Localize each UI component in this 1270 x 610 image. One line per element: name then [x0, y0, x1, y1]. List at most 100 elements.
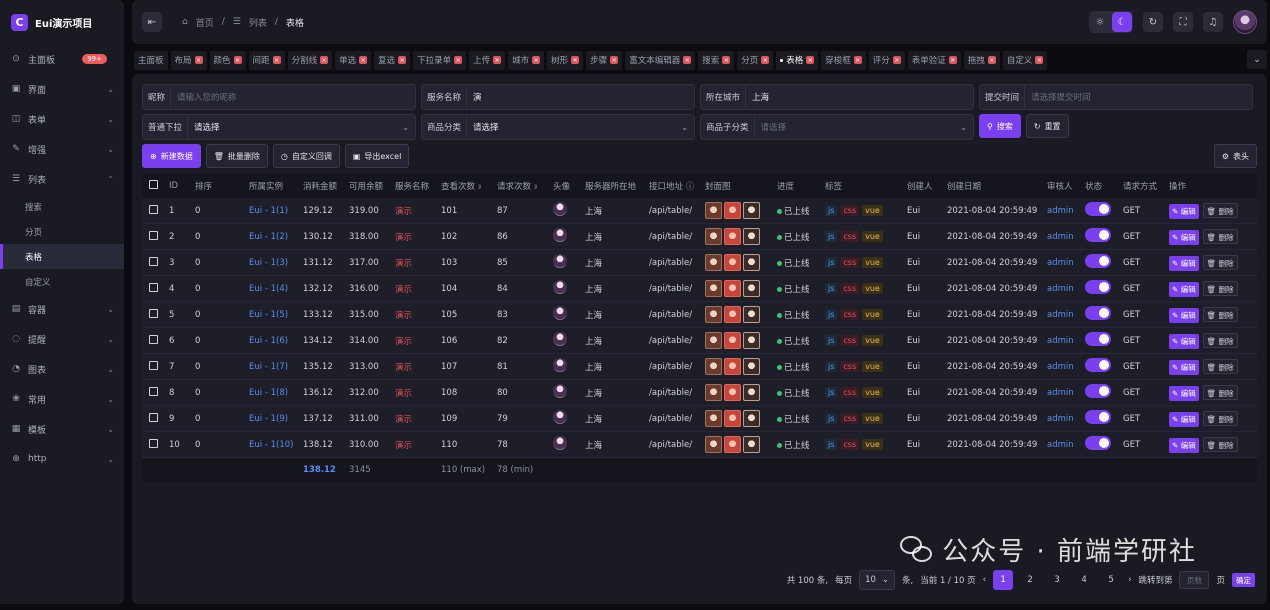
table-row[interactable]: 5 0 Eui - 1(5) 133.12 315.00 演示 105 83 上海/api/ta…	[142, 302, 1257, 328]
cell-instance-link[interactable]: Eui - 1(4)	[249, 284, 288, 294]
tab-7[interactable]: 下拉录单 ✕	[413, 50, 467, 70]
sidebar-item-9[interactable]: ▦ 模板 ⌄	[0, 414, 124, 444]
delete-button[interactable]: 🗑 删除	[1202, 358, 1238, 374]
cell-auditor[interactable]: admin	[1047, 206, 1074, 216]
columns-button[interactable]: ⚙ 表头	[1213, 144, 1257, 168]
cover-image[interactable]	[743, 202, 760, 219]
tab-15[interactable]: 表格 ✕	[776, 50, 819, 70]
tab-18[interactable]: 表单验证 ✕	[907, 50, 961, 70]
close-icon[interactable]: ✕	[359, 56, 368, 64]
reset-button[interactable]: ↻ 重置	[1025, 114, 1069, 138]
cover-image[interactable]	[705, 384, 722, 401]
delete-button[interactable]: 🗑 删除	[1202, 410, 1238, 426]
sidebar-item-6[interactable]: ◌ 提醒 ⌄	[0, 324, 124, 354]
jump-confirm-button[interactable]: 确定	[1232, 573, 1255, 587]
cover-image[interactable]	[705, 358, 722, 375]
delete-button[interactable]: 🗑 删除	[1202, 254, 1238, 270]
cell-instance-link[interactable]: Eui - 1(9)	[249, 414, 288, 424]
cover-image[interactable]	[743, 436, 760, 453]
close-icon[interactable]: ✕	[272, 56, 281, 64]
table-row[interactable]: 9 0 Eui - 1(9) 137.12 311.00 演示 109 79 上海/api/ta…	[142, 406, 1257, 432]
cover-image[interactable]	[724, 228, 741, 245]
refresh-icon[interactable]: ↻	[1143, 12, 1163, 32]
page-3[interactable]: 3	[1047, 570, 1067, 590]
cell-auditor[interactable]: admin	[1047, 336, 1074, 346]
cell-instance-link[interactable]: Eui - 1(10)	[249, 440, 293, 450]
cover-image[interactable]	[724, 410, 741, 427]
category-dropdown[interactable]: 商品分类 请选择 ⌄	[421, 114, 695, 140]
sidebar-item-7[interactable]: ◔ 图表 ⌄	[0, 354, 124, 384]
delete-button[interactable]: 🗑 删除	[1202, 306, 1238, 322]
cell-auditor[interactable]: admin	[1047, 414, 1074, 424]
category-value[interactable]: 请选择	[467, 121, 681, 133]
tab-17[interactable]: 评分 ✕	[868, 50, 905, 70]
tab-20[interactable]: 自定义 ✕	[1002, 50, 1048, 70]
sidebar-item-3[interactable]: ✎ 增强 ⌄	[0, 134, 124, 164]
row-checkbox[interactable]	[149, 230, 158, 240]
sub-category-value[interactable]: 请选择	[755, 121, 961, 133]
tab-9[interactable]: 城市 ✕	[508, 50, 545, 70]
status-toggle[interactable]	[1085, 436, 1111, 450]
sidebar-item-8[interactable]: ❀ 常用 ⌄	[0, 384, 124, 414]
close-icon[interactable]: ✕	[853, 56, 862, 64]
user-avatar[interactable]	[1233, 10, 1257, 34]
sidebar-subitem-0[interactable]: 搜索	[0, 194, 124, 219]
sidebar-subitem-1[interactable]: 分页	[0, 219, 124, 244]
page-5[interactable]: 5	[1101, 570, 1121, 590]
service-name-field[interactable]: 服务名称 演	[421, 84, 695, 110]
close-icon[interactable]: ✕	[948, 56, 957, 64]
edit-button[interactable]: ✎ 编辑	[1169, 411, 1199, 427]
cover-image[interactable]	[705, 410, 722, 427]
cell-instance-link[interactable]: Eui - 1(5)	[249, 310, 288, 320]
edit-button[interactable]: ✎ 编辑	[1169, 203, 1199, 219]
edit-button[interactable]: ✎ 编辑	[1169, 333, 1199, 349]
cell-instance-link[interactable]: Eui - 1(6)	[249, 336, 288, 346]
table-row[interactable]: 2 0 Eui - 1(2) 130.12 318.00 演示 102 86 上海/api/ta…	[142, 224, 1257, 250]
edit-button[interactable]: ✎ 编辑	[1169, 229, 1199, 245]
edit-button[interactable]: ✎ 编辑	[1169, 359, 1199, 375]
cell-instance-link[interactable]: Eui - 1(1)	[249, 206, 288, 216]
nickname-input[interactable]: 请输入您的昵称	[171, 91, 415, 103]
tab-0[interactable]: 主面板	[134, 50, 168, 70]
cover-image[interactable]	[743, 332, 760, 349]
cover-image[interactable]	[724, 280, 741, 297]
bell-icon[interactable]: ♫	[1203, 12, 1223, 32]
status-toggle[interactable]	[1085, 358, 1111, 372]
breadcrumb-list[interactable]: 列表	[249, 16, 267, 29]
table-row[interactable]: 1 0 Eui - 1(1) 129.12 319.00 演示 101 87 上海/api/ta…	[142, 198, 1257, 224]
tab-1[interactable]: 布局 ✕	[170, 50, 207, 70]
cover-image[interactable]	[743, 254, 760, 271]
table-row[interactable]: 3 0 Eui - 1(3) 131.12 317.00 演示 103 85 上海/api/ta…	[142, 250, 1257, 276]
status-toggle[interactable]	[1085, 202, 1111, 216]
tab-19[interactable]: 拖拽 ✕	[963, 50, 1000, 70]
edit-button[interactable]: ✎ 编辑	[1169, 255, 1199, 271]
status-toggle[interactable]	[1085, 410, 1111, 424]
prev-page-icon[interactable]: ‹	[983, 575, 986, 585]
sidebar-item-0[interactable]: ⊙ 主面板 99+	[0, 44, 124, 74]
city-field[interactable]: 所在城市 上海	[700, 84, 974, 110]
status-toggle[interactable]	[1085, 384, 1111, 398]
cover-image[interactable]	[705, 280, 722, 297]
cell-instance-link[interactable]: Eui - 1(8)	[249, 388, 288, 398]
add-data-button[interactable]: ⊕ 新建数据	[142, 144, 201, 168]
search-button[interactable]: ⚲ 搜索	[979, 114, 1021, 138]
row-checkbox[interactable]	[149, 386, 158, 396]
cell-auditor[interactable]: admin	[1047, 440, 1074, 450]
delete-button[interactable]: 🗑 删除	[1202, 202, 1238, 218]
service-name-input[interactable]: 演	[467, 91, 694, 103]
close-icon[interactable]: ✕	[806, 56, 815, 64]
cell-auditor[interactable]: admin	[1047, 232, 1074, 242]
cover-image[interactable]	[724, 202, 741, 219]
cell-auditor[interactable]: admin	[1047, 388, 1074, 398]
edit-button[interactable]: ✎ 编辑	[1169, 385, 1199, 401]
cover-image[interactable]	[724, 306, 741, 323]
tab-13[interactable]: 搜索 ✕	[698, 50, 735, 70]
tab-16[interactable]: 穿梭框 ✕	[821, 50, 866, 70]
close-icon[interactable]: ✕	[761, 56, 770, 64]
submit-time-input[interactable]: 请选择提交时间	[1025, 91, 1252, 103]
cell-auditor[interactable]: admin	[1047, 310, 1074, 320]
close-icon[interactable]: ✕	[571, 56, 580, 64]
delete-button[interactable]: 🗑 删除	[1202, 384, 1238, 400]
cover-image[interactable]	[743, 410, 760, 427]
sort-icon[interactable]: ⇕	[477, 184, 482, 191]
